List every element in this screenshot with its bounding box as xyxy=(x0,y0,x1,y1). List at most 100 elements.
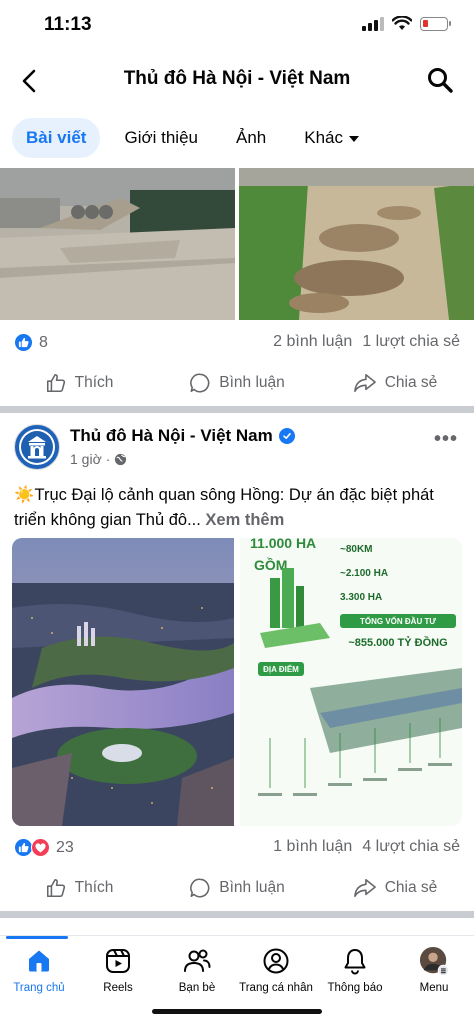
like-button[interactable]: Thích xyxy=(0,363,158,403)
nav-notifications-label: Thông báo xyxy=(327,982,383,994)
profile-tabs: Bài viết Giới thiệu Ảnh Khác xyxy=(12,118,373,158)
profile-icon xyxy=(261,946,291,976)
infographic-investment-label: TỔNG VỐN ĐẦU TƯ xyxy=(360,616,436,626)
post1-share-count[interactable]: 1 lượt chia sẻ xyxy=(362,333,460,351)
comment-button[interactable]: Bình luận xyxy=(158,868,316,908)
post2-time[interactable]: 1 giờ xyxy=(70,451,102,467)
nav-profile[interactable]: Trang cá nhân xyxy=(237,946,315,994)
post1-images xyxy=(0,168,474,320)
caret-down-icon xyxy=(349,135,359,142)
share-button[interactable]: Chia sẻ xyxy=(316,868,474,908)
home-indicator[interactable] xyxy=(152,1009,322,1014)
share-arrow-icon xyxy=(353,373,376,393)
post2-text: ☀️Trục Đại lộ cảnh quan sông Hồng: Dự án… xyxy=(14,483,464,533)
post2-share-count[interactable]: 4 lượt chia sẻ xyxy=(362,838,460,856)
post2-header: Thủ đô Hà Nội - Việt Nam 1 giờ · ••• xyxy=(0,424,474,484)
share-label: Chia sẻ xyxy=(384,374,438,391)
sun-emoji-icon: ☀️ xyxy=(14,486,35,504)
nav-home-label: Trang chủ xyxy=(13,982,65,994)
post2-meta: 1 giờ · xyxy=(70,451,127,467)
like-label: Thích xyxy=(74,374,114,391)
like-reaction-icon xyxy=(14,333,33,352)
home-icon xyxy=(24,946,54,976)
thumbs-up-icon xyxy=(46,878,65,898)
verified-badge-icon xyxy=(278,428,295,444)
post2-stats: 23 1 bình luận 4 lượt chia sẻ xyxy=(0,834,474,864)
nav-home[interactable]: Trang chủ xyxy=(0,946,78,994)
post1-comment-count[interactable]: 2 bình luận xyxy=(273,333,352,351)
comment-bubble-icon xyxy=(190,878,210,898)
infographic-headline: 11.000 HA xyxy=(250,538,316,551)
post1-stats: 8 2 bình luận 1 lượt chia sẻ xyxy=(0,329,474,359)
nav-friends[interactable]: Bạn bè xyxy=(158,946,236,994)
see-more-link[interactable]: Xem thêm xyxy=(205,511,284,529)
love-reaction-icon xyxy=(31,838,50,857)
post2-images: 11.000 HA GỒM ~80KM ~2.100 HA 3.300 HA T… xyxy=(0,538,474,826)
post1-actions: Thích Bình luận Chia sẻ xyxy=(0,363,474,403)
post2-photo-aerial-city[interactable] xyxy=(12,538,234,826)
infographic-line1: ~80KM xyxy=(340,544,373,555)
reels-icon xyxy=(103,946,133,976)
comment-bubble-icon xyxy=(190,373,210,393)
page-title: Thủ đô Hà Nội - Việt Nam xyxy=(123,68,351,89)
tab-about[interactable]: Giới thiệu xyxy=(110,118,212,158)
page-avatar[interactable] xyxy=(14,424,60,470)
nav-profile-label: Trang cá nhân xyxy=(239,982,313,994)
search-button[interactable] xyxy=(426,66,456,96)
wifi-icon xyxy=(392,16,412,30)
comment-label: Bình luận xyxy=(219,374,285,391)
infographic-line3: 3.300 HA xyxy=(340,592,382,603)
post1-photo-damaged-road[interactable] xyxy=(239,168,474,320)
post2-engagement: 1 bình luận 4 lượt chia sẻ xyxy=(273,838,460,856)
tab-photos[interactable]: Ảnh xyxy=(222,118,280,158)
bell-icon xyxy=(340,946,370,976)
post2-infographic[interactable]: 11.000 HA GỒM ~80KM ~2.100 HA 3.300 HA T… xyxy=(240,538,462,826)
infographic-location-label: ĐỊA ĐIỂM xyxy=(263,665,299,674)
battery-icon xyxy=(420,16,451,31)
status-bar: 11:13 xyxy=(0,0,474,52)
active-tab-indicator xyxy=(6,936,68,939)
globe-icon xyxy=(115,453,127,465)
status-time: 11:13 xyxy=(44,14,92,35)
share-button[interactable]: Chia sẻ xyxy=(316,363,474,403)
post2-comment-count[interactable]: 1 bình luận xyxy=(273,838,352,856)
nav-menu[interactable]: Menu xyxy=(395,946,473,994)
post2-author[interactable]: Thủ đô Hà Nội - Việt Nam xyxy=(70,426,295,446)
comment-button[interactable]: Bình luận xyxy=(158,363,316,403)
nav-reels[interactable]: Reels xyxy=(79,946,157,994)
search-icon xyxy=(428,68,453,93)
post2-reaction-count: 23 xyxy=(56,838,74,856)
author-name: Thủ đô Hà Nội - Việt Nam xyxy=(70,426,273,445)
nav-menu-label: Menu xyxy=(419,982,449,994)
share-label: Chia sẻ xyxy=(384,879,438,896)
more-options-button[interactable]: ••• xyxy=(434,428,458,451)
nav-friends-label: Bạn bè xyxy=(178,982,216,994)
comment-label: Bình luận xyxy=(219,879,285,896)
tab-more-label: Khác xyxy=(304,128,343,147)
like-button[interactable]: Thích xyxy=(0,868,158,908)
post1-photo-construction[interactable] xyxy=(0,168,235,320)
friends-icon xyxy=(182,946,212,976)
tab-posts[interactable]: Bài viết xyxy=(12,118,101,158)
like-label: Thích xyxy=(74,879,114,896)
infographic-investment-value: ~855.000 TỶ ĐỒNG xyxy=(348,636,447,649)
nav-reels-label: Reels xyxy=(103,982,133,994)
post1-reactions[interactable]: 8 xyxy=(14,333,48,352)
page-header: Thủ đô Hà Nội - Việt Nam xyxy=(0,56,474,106)
post-divider xyxy=(0,406,474,413)
post2-reactions[interactable]: 23 xyxy=(14,838,74,857)
cellular-signal-icon xyxy=(362,16,384,31)
thumbs-up-icon xyxy=(46,373,65,393)
post-divider xyxy=(0,911,474,918)
nav-notifications[interactable]: Thông báo xyxy=(316,946,394,994)
menu-avatar-icon xyxy=(419,946,449,976)
infographic-line2: ~2.100 HA xyxy=(340,568,388,579)
meta-dot: · xyxy=(105,451,111,467)
hanoi-logo-icon xyxy=(19,429,55,465)
tab-more[interactable]: Khác xyxy=(290,118,373,158)
post1-engagement: 2 bình luận 1 lượt chia sẻ xyxy=(273,333,460,351)
post2-actions: Thích Bình luận Chia sẻ xyxy=(0,868,474,908)
post1-reaction-count: 8 xyxy=(39,333,48,351)
status-icons xyxy=(362,16,451,31)
share-arrow-icon xyxy=(353,878,376,898)
